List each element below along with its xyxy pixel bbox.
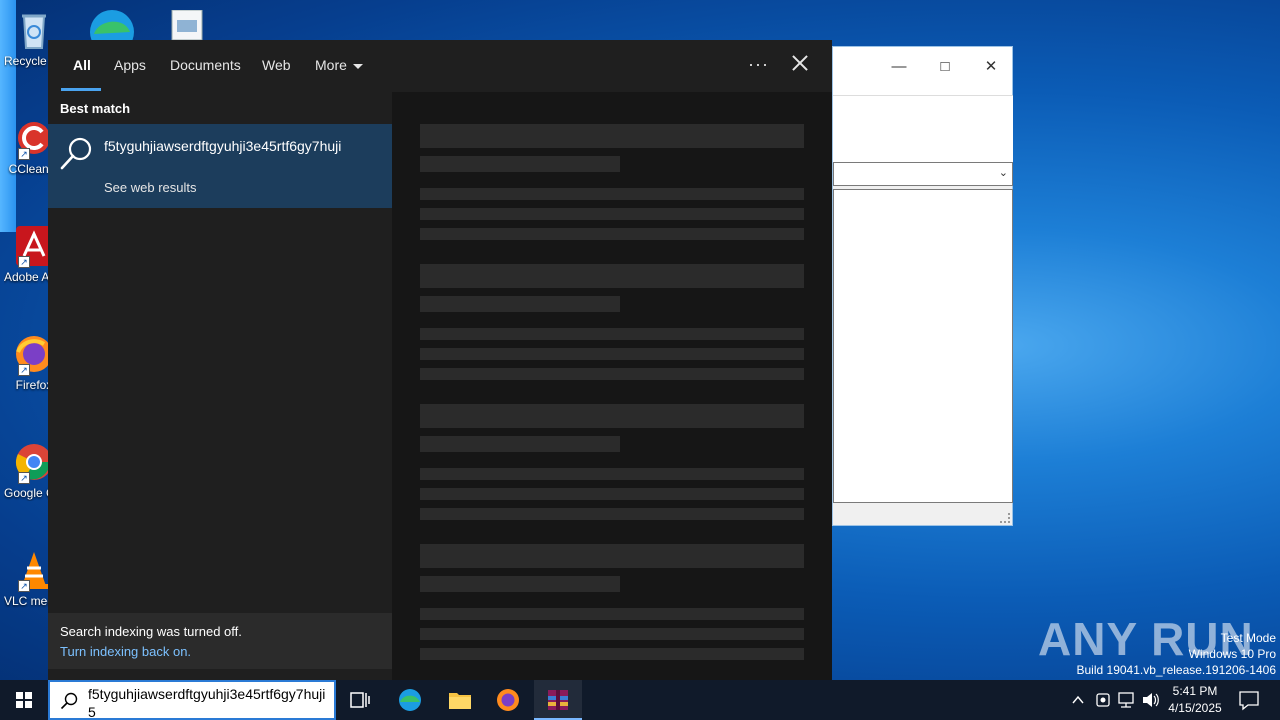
best-match-item[interactable]: f5tyguhjiawserdftgyuhji3e45rtf6gy7huji S… [48,124,392,208]
notification-icon [1239,691,1259,711]
folder-icon [449,693,471,709]
test-mode-line: Test Mode [1220,631,1276,645]
minimize-icon[interactable]: — [887,55,911,79]
chevron-down-icon: ⌄ [998,167,1008,179]
skeleton-bar [420,436,620,452]
volume-button[interactable] [1140,680,1160,720]
test-mode-notice: Test Mode Windows 10 Pro Build 19041.vb_… [1077,630,1277,678]
taskbar-firefox[interactable] [484,680,532,720]
search-tabs: All Apps Documents Web More ··· [48,40,832,92]
window-titlebar[interactable]: — □ ✕ [833,47,1012,95]
chevron-up-icon [1072,695,1084,704]
indexing-notice: Search indexing was turned off. Turn ind… [48,613,392,669]
search-panel: All Apps Documents Web More ··· Best mat… [48,40,832,680]
build-line: Build 19041.vb_release.191206-1406 [1076,663,1277,677]
tab-web[interactable]: Web [262,57,291,73]
skeleton-bar [420,264,804,288]
windows-logo-icon [16,692,32,708]
volume-icon [1143,693,1159,707]
search-icon [60,692,78,710]
search-icon [60,137,92,170]
clock-date: 4/15/2025 [1168,701,1222,715]
taskbar-edge[interactable] [386,680,434,720]
taskbar-search-box[interactable]: f5tyguhjiawserdftgyuhji3e45rtf6gy7huji5 [48,680,336,720]
skeleton-bar [420,348,804,360]
background-window[interactable]: — □ ✕ ⌄ [832,46,1013,526]
tab-apps[interactable]: Apps [114,57,146,73]
window-close-icon[interactable]: ✕ [979,55,1003,79]
skeleton-bar [420,228,804,240]
clock-time: 5:41 PM [1172,684,1218,698]
caret-down-icon [352,63,363,69]
best-match-subtitle: See web results [104,180,197,195]
tab-more-label: More [315,57,347,73]
skeleton-bar [420,576,620,592]
skeleton-bar [420,124,804,148]
skeleton-bar [420,368,804,380]
taskbar-clock[interactable]: 5:41 PM 4/15/2025 [1160,683,1230,717]
skeleton-bar [420,544,804,568]
tray-app-button[interactable] [1094,680,1112,720]
skeleton-bar [420,648,804,660]
skeleton-bar [420,188,804,200]
action-center-button[interactable] [1234,680,1264,720]
tab-all[interactable]: All [73,57,91,73]
skeleton-bar [420,156,620,172]
skeleton-bar [420,468,804,480]
network-button[interactable] [1116,680,1136,720]
resize-grip-icon[interactable] [1000,513,1010,523]
taskbar-winrar[interactable] [534,680,582,720]
window-dropdown[interactable]: ⌄ [833,162,1013,186]
turn-indexing-on-link[interactable]: Turn indexing back on. [60,644,191,659]
close-icon[interactable] [788,52,812,76]
best-match-header: Best match [60,101,131,116]
tab-documents[interactable]: Documents [170,57,241,73]
tab-more[interactable]: More [315,57,363,73]
skeleton-bar [420,208,804,220]
taskbar: f5tyguhjiawserdftgyuhji3e45rtf6gy7huji5 … [0,680,1280,720]
firefox-icon [497,689,519,711]
skeleton-bar [420,508,804,520]
document-icon [171,9,203,41]
task-view-icon [350,692,370,708]
preview-pane-loading [392,92,832,680]
skeleton-bar [420,328,804,340]
skeleton-bar [420,628,804,640]
active-tab-indicator [61,88,101,91]
show-hidden-icons-button[interactable] [1068,680,1088,720]
tray-app-icon [1096,693,1110,707]
indexing-message: Search indexing was turned off. [60,624,242,639]
desktop-icon-document[interactable] [170,9,204,41]
window-text-area[interactable] [833,189,1013,503]
skeleton-bar [420,608,804,620]
taskbar-file-explorer[interactable] [436,680,484,720]
network-icon [1118,692,1134,708]
maximize-icon[interactable]: □ [933,55,957,79]
best-match-title: f5tyguhjiawserdftgyuhji3e45rtf6gy7huji [104,138,342,154]
edge-icon [399,689,421,711]
skeleton-bar [420,296,620,312]
edge-icon [90,10,134,54]
start-button[interactable] [0,680,48,720]
more-options-icon[interactable]: ··· [748,54,769,75]
search-input[interactable]: f5tyguhjiawserdftgyuhji3e45rtf6gy7huji5 [88,685,328,720]
skeleton-bar [420,404,804,428]
window-header-area [833,95,1013,162]
results-list: Best match f5tyguhjiawserdftgyuhji3e45rt… [48,92,392,680]
task-view-button[interactable] [336,680,384,720]
winrar-icon [548,690,568,710]
windows-edition-line: Windows 10 Pro [1188,647,1276,661]
skeleton-bar [420,488,804,500]
desktop-icon-edge[interactable] [88,6,136,54]
